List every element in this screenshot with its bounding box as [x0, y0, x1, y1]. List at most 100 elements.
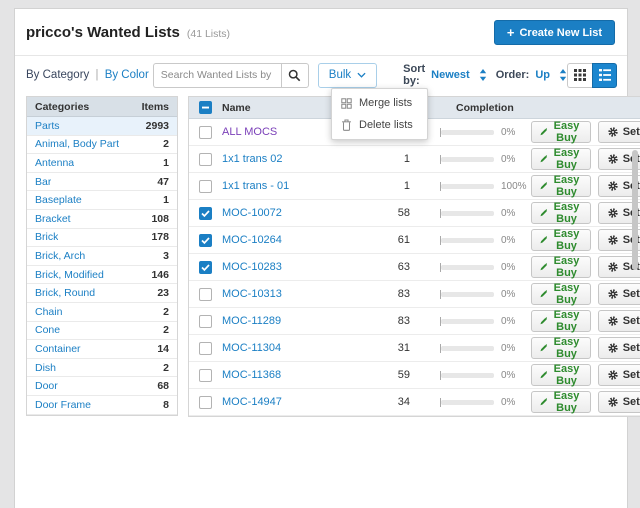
gear-icon	[608, 208, 618, 218]
gear-icon	[608, 154, 618, 164]
row-checkbox[interactable]	[199, 341, 212, 355]
easy-buy-button[interactable]: Easy Buy	[531, 336, 591, 360]
row-checkbox[interactable]	[199, 314, 212, 328]
completion-progress: 0%	[440, 370, 531, 381]
gear-icon	[608, 289, 618, 299]
category-link[interactable]: Brick, Round	[35, 287, 95, 299]
category-link[interactable]: Brick, Modified	[35, 269, 104, 281]
setup-button[interactable]: Setup	[597, 121, 640, 143]
category-row[interactable]: Container 14	[27, 340, 177, 359]
category-link[interactable]: Baseplate	[35, 194, 82, 206]
setup-button[interactable]: Setup	[597, 310, 640, 332]
list-name-link[interactable]: ALL MOCS	[222, 126, 277, 138]
categories-header-label: Categories	[35, 100, 90, 113]
easy-buy-button[interactable]: Easy Buy	[531, 309, 591, 333]
category-link[interactable]: Brick, Arch	[35, 250, 85, 262]
order-value[interactable]: Up	[535, 69, 550, 81]
setup-button[interactable]: Setup	[597, 391, 640, 413]
delete-lists-menu-item[interactable]: Delete lists	[332, 114, 427, 136]
category-link[interactable]: Container	[35, 343, 81, 355]
category-row[interactable]: Bracket 108	[27, 210, 177, 229]
list-name-link[interactable]: MOC-11289	[222, 315, 281, 327]
row-checkbox[interactable]	[199, 287, 212, 301]
category-link[interactable]: Antenna	[35, 157, 74, 169]
row-checkbox[interactable]	[199, 395, 212, 409]
grid-view-button[interactable]	[567, 62, 592, 88]
easy-buy-button[interactable]: Easy Buy	[531, 120, 591, 144]
easy-buy-button[interactable]: Easy Buy	[531, 147, 591, 171]
setup-button[interactable]: Setup	[597, 364, 640, 386]
category-row[interactable]: Cone 2	[27, 322, 177, 341]
by-category-link[interactable]: By Category	[26, 69, 89, 81]
category-row[interactable]: Chain 2	[27, 303, 177, 322]
category-link[interactable]: Chain	[35, 306, 62, 318]
category-row[interactable]: Brick, Modified 146	[27, 266, 177, 285]
category-row[interactable]: Brick, Arch 3	[27, 247, 177, 266]
list-name-link[interactable]: 1x1 trans 02	[222, 153, 283, 165]
category-row[interactable]: Antenna 1	[27, 154, 177, 173]
category-row[interactable]: Dish 2	[27, 359, 177, 378]
list-name-link[interactable]: 1x1 trans - 01	[222, 180, 289, 192]
easy-buy-button[interactable]: Easy Buy	[531, 282, 591, 306]
setup-label: Setup	[622, 126, 640, 138]
category-link[interactable]: Door Frame	[35, 399, 91, 411]
delete-lists-label: Delete lists	[359, 119, 413, 131]
items-count: 34	[397, 396, 410, 408]
setup-button[interactable]: Setup	[597, 337, 640, 359]
list-name-link[interactable]: MOC-10072	[222, 207, 282, 219]
row-checkbox[interactable]	[199, 179, 212, 193]
order-direction-icon[interactable]	[559, 69, 567, 81]
category-row[interactable]: Animal, Body Part 2	[27, 136, 177, 155]
select-all-checkbox[interactable]	[199, 101, 212, 114]
list-name-link[interactable]: MOC-14947	[222, 396, 282, 408]
category-row[interactable]: Baseplate 1	[27, 191, 177, 210]
easy-buy-button[interactable]: Easy Buy	[531, 363, 591, 387]
by-color-link[interactable]: By Color	[105, 69, 149, 81]
easy-buy-button[interactable]: Easy Buy	[531, 174, 591, 198]
easy-buy-button[interactable]: Easy Buy	[531, 255, 591, 279]
category-link[interactable]: Bar	[35, 176, 51, 188]
category-link[interactable]: Brick	[35, 231, 58, 243]
wanted-list-row: MOC-10283 63 0% Easy Buy Setup	[189, 254, 640, 281]
list-view-button[interactable]	[592, 62, 617, 88]
row-checkbox[interactable]	[199, 233, 212, 247]
items-header-label: Items	[141, 100, 169, 113]
category-link[interactable]: Parts	[35, 120, 60, 132]
category-link[interactable]: Dish	[35, 362, 56, 374]
row-checkbox[interactable]	[199, 260, 212, 274]
row-checkbox[interactable]	[199, 368, 212, 382]
category-link[interactable]: Cone	[35, 324, 60, 336]
bulk-button[interactable]: Bulk	[317, 62, 378, 88]
create-new-list-button[interactable]: + Create New List	[493, 20, 615, 45]
category-item-count: 1	[163, 194, 169, 207]
list-name-link[interactable]: MOC-11304	[222, 342, 281, 354]
merge-lists-menu-item[interactable]: Merge lists	[332, 92, 427, 114]
category-row[interactable]: Brick, Round 23	[27, 284, 177, 303]
list-name-link[interactable]: MOC-11368	[222, 369, 281, 381]
sort-direction-icon[interactable]	[479, 69, 487, 81]
category-link[interactable]: Animal, Body Part	[35, 138, 119, 150]
category-link[interactable]: Door	[35, 380, 58, 392]
merge-lists-label: Merge lists	[359, 97, 413, 109]
row-checkbox[interactable]	[199, 206, 212, 220]
setup-button[interactable]: Setup	[597, 283, 640, 305]
easy-buy-button[interactable]: Easy Buy	[531, 390, 591, 414]
easy-buy-button[interactable]: Easy Buy	[531, 228, 591, 252]
list-name-link[interactable]: MOC-10313	[222, 288, 282, 300]
category-row[interactable]: Brick 178	[27, 229, 177, 248]
row-checkbox[interactable]	[199, 152, 212, 166]
easy-buy-button[interactable]: Easy Buy	[531, 201, 591, 225]
category-row[interactable]: Door Frame 8	[27, 396, 177, 415]
search-button[interactable]	[280, 62, 309, 88]
category-link[interactable]: Bracket	[35, 213, 71, 225]
sort-by-value[interactable]: Newest	[431, 69, 470, 81]
category-row[interactable]: Parts 2993	[27, 117, 177, 136]
list-name-link[interactable]: MOC-10264	[222, 234, 282, 246]
category-row[interactable]: Door 68	[27, 377, 177, 396]
row-checkbox[interactable]	[199, 125, 212, 139]
category-row[interactable]: Bar 47	[27, 173, 177, 192]
page-scrollbar-thumb[interactable]	[632, 150, 638, 270]
list-count: (41 Lists)	[186, 27, 231, 40]
search-input[interactable]	[152, 62, 281, 88]
list-name-link[interactable]: MOC-10283	[222, 261, 282, 273]
